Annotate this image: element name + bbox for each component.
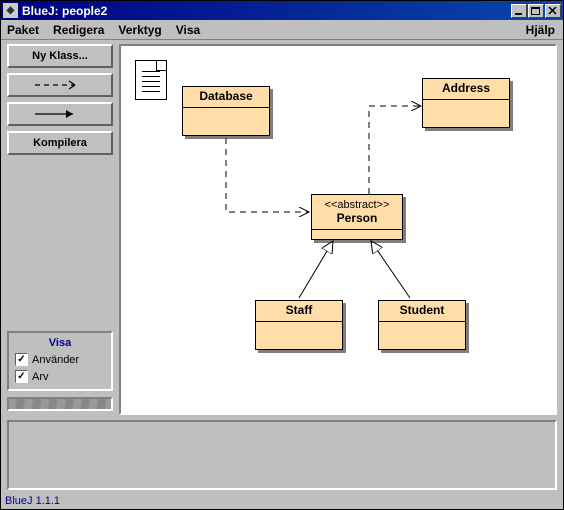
uses-checkbox-row[interactable]: Använder — [15, 353, 105, 366]
menu-visa[interactable]: Visa — [176, 23, 200, 37]
class-name: Database — [199, 89, 252, 103]
menu-paket[interactable]: Paket — [7, 23, 39, 37]
class-staff[interactable]: Staff — [255, 300, 343, 350]
sidebar: Ny Klass... Kompilera Visa Använder — [7, 44, 113, 415]
menubar: Paket Redigera Verktyg Visa Hjälp — [1, 20, 563, 40]
class-name: Staff — [286, 303, 313, 317]
minimize-button[interactable] — [511, 4, 527, 18]
menu-help[interactable]: Hjälp — [526, 23, 555, 37]
class-person[interactable]: <<abstract>> Person — [311, 194, 403, 240]
new-class-button[interactable]: Ny Klass... — [7, 44, 113, 68]
uses-arrow-button[interactable] — [7, 73, 113, 97]
inherits-checkbox-row[interactable]: Arv — [15, 370, 105, 383]
compile-button[interactable]: Kompilera — [7, 131, 113, 155]
class-name: Student — [400, 303, 445, 317]
window-controls — [511, 4, 561, 18]
check-icon — [15, 370, 28, 383]
window-title: BlueJ: people2 — [22, 4, 511, 18]
class-database[interactable]: Database — [182, 86, 270, 136]
titlebar[interactable]: ◆ BlueJ: people2 — [1, 1, 563, 20]
progress-bar — [7, 397, 113, 411]
class-name: Address — [442, 81, 490, 95]
maximize-button[interactable] — [528, 4, 544, 18]
class-address[interactable]: Address — [422, 78, 510, 128]
inherits-label: Arv — [32, 371, 49, 383]
client-area: Ny Klass... Kompilera Visa Använder — [1, 40, 563, 492]
visa-title: Visa — [15, 337, 105, 349]
menu-verktyg[interactable]: Verktyg — [118, 23, 161, 37]
class-stereotype: <<abstract>> — [325, 199, 390, 211]
class-student[interactable]: Student — [378, 300, 466, 350]
object-bench[interactable] — [7, 420, 557, 490]
extends-arrow-button[interactable] — [7, 102, 113, 126]
app-icon: ◆ — [3, 3, 18, 18]
class-name: Person — [337, 211, 378, 225]
uses-label: Använder — [32, 354, 79, 366]
class-diagram[interactable]: Database Address <<abstract>> Person Sta… — [119, 44, 557, 415]
visa-panel: Visa Använder Arv — [7, 331, 113, 391]
check-icon — [15, 353, 28, 366]
close-button[interactable] — [545, 4, 561, 18]
version-footer: BlueJ 1.1.1 — [1, 492, 563, 509]
readme-note-icon[interactable] — [135, 60, 167, 100]
bluej-window: ◆ BlueJ: people2 Paket Redigera Verktyg … — [0, 0, 564, 510]
menu-redigera[interactable]: Redigera — [53, 23, 104, 37]
